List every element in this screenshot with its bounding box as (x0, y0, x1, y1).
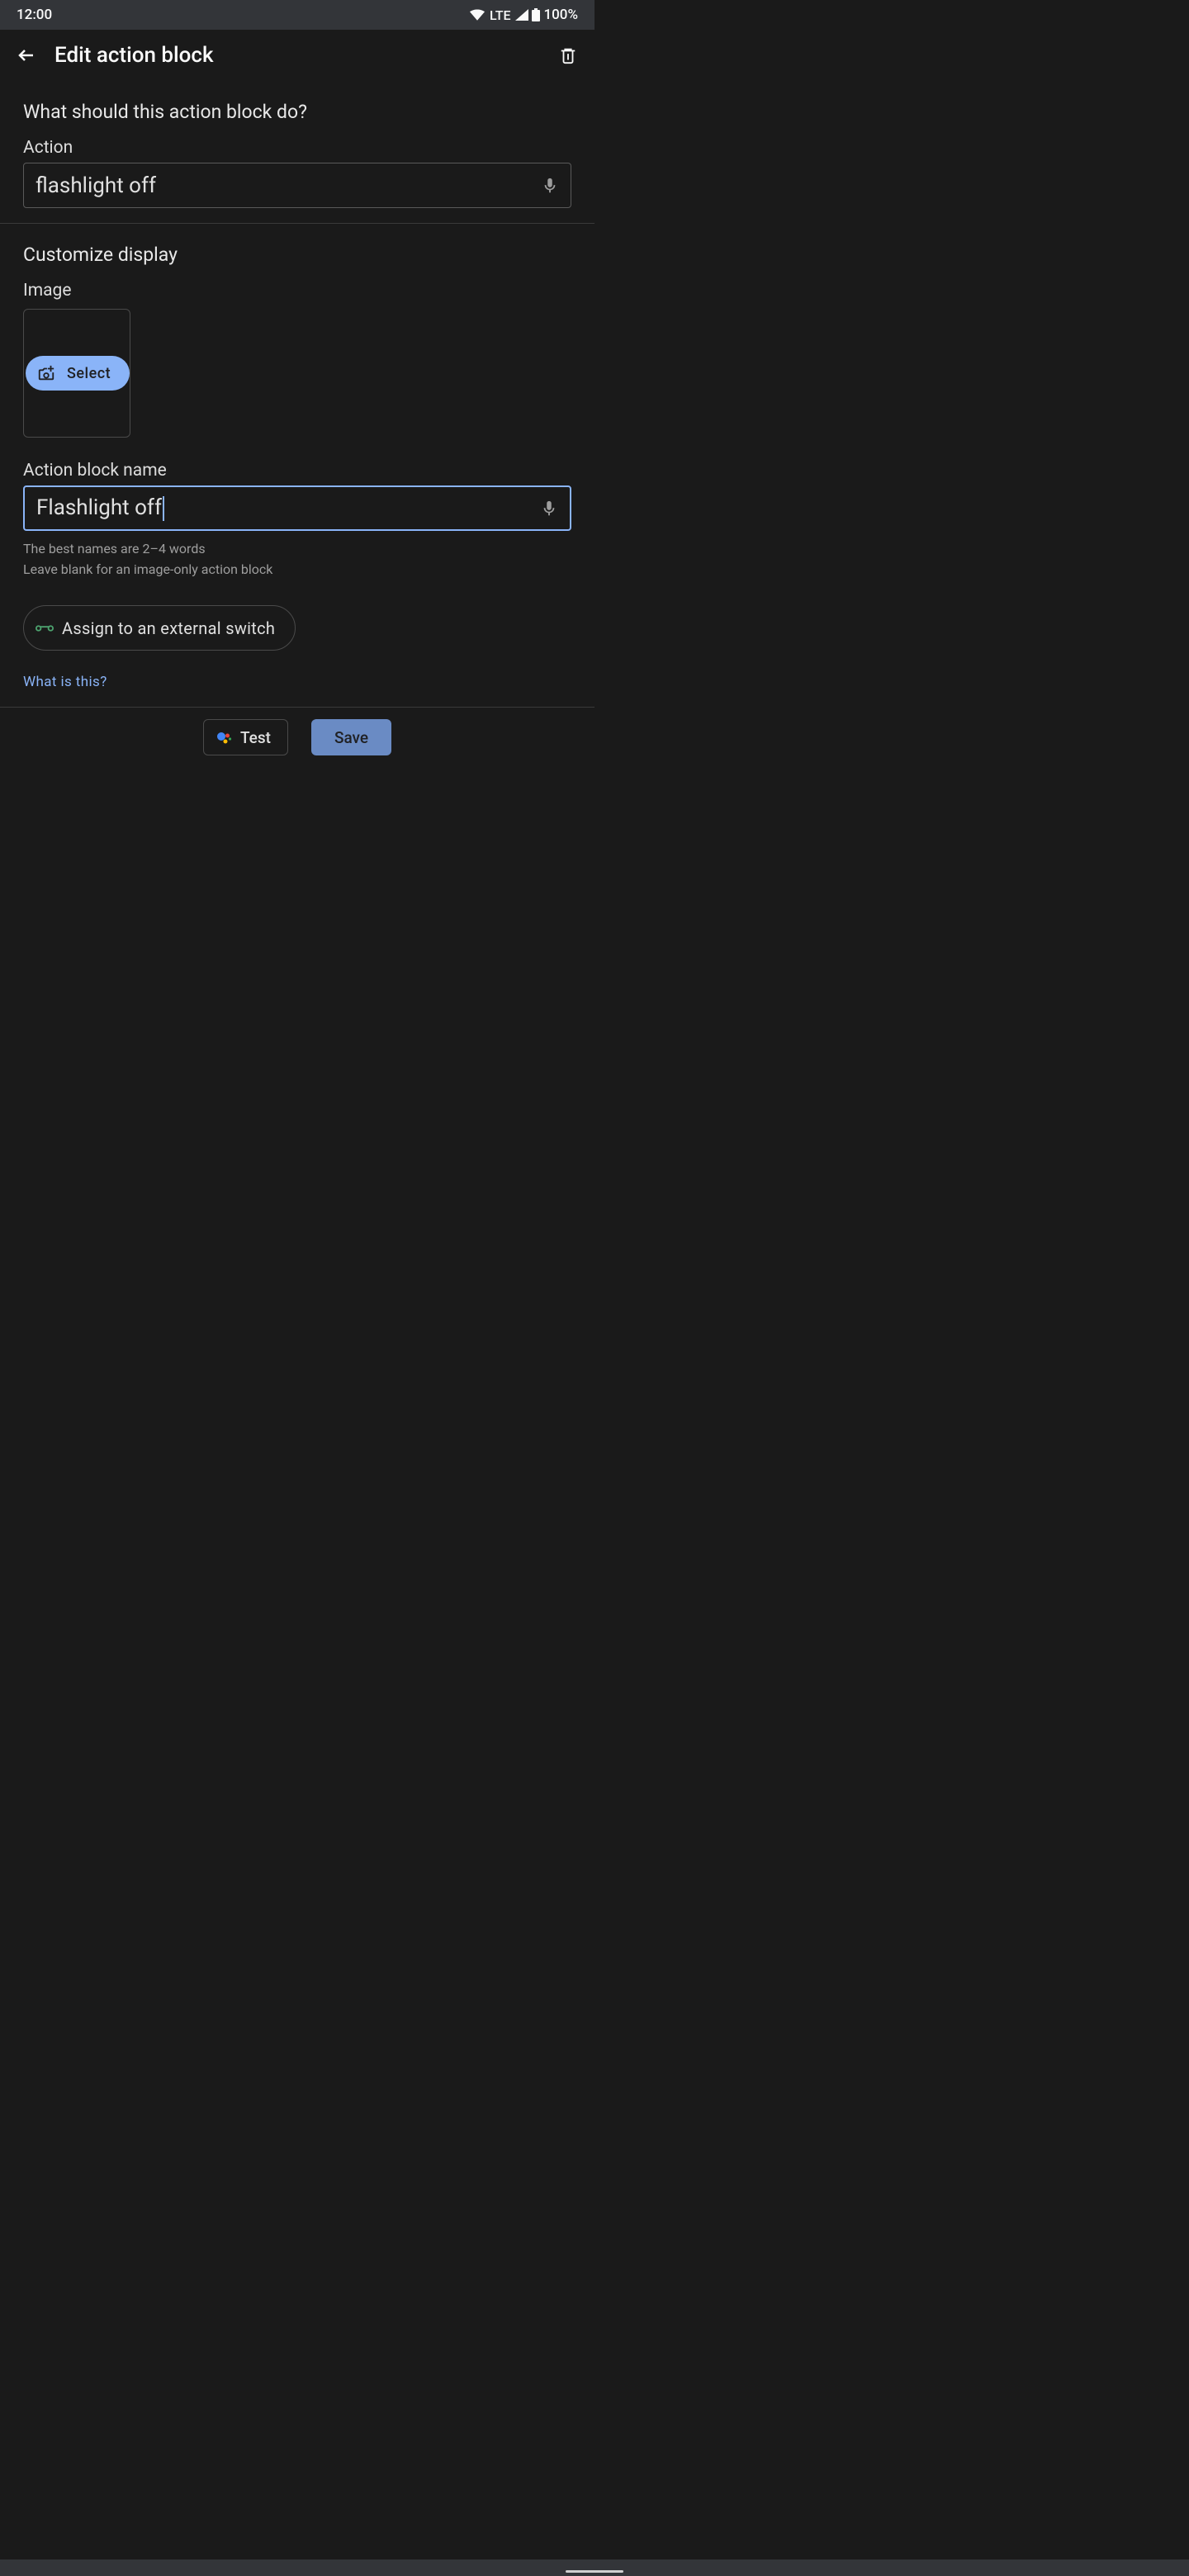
test-button[interactable]: Test (203, 719, 288, 755)
battery-icon (532, 8, 540, 21)
save-button[interactable]: Save (311, 719, 391, 755)
button-row: Test Save (23, 708, 571, 770)
section-customize-title: Customize display (23, 244, 571, 266)
wifi-icon (470, 9, 485, 21)
image-label: Image (23, 281, 571, 301)
delete-button[interactable] (557, 44, 580, 67)
arrow-left-icon (17, 45, 36, 65)
name-hint-1: The best names are 2–4 words (23, 541, 571, 556)
status-time: 12:00 (17, 7, 52, 23)
section-action-title: What should this action block do? (23, 101, 571, 123)
nav-handle[interactable] (566, 2570, 623, 2573)
divider (0, 223, 594, 224)
name-value: Flashlight off (36, 495, 162, 520)
what-is-this-link[interactable]: What is this? (23, 674, 571, 690)
trash-icon (559, 45, 577, 65)
signal-icon (515, 9, 528, 21)
save-label: Save (334, 728, 368, 747)
page-title: Edit action block (54, 43, 214, 68)
name-input[interactable]: Flashlight off (36, 495, 540, 521)
assign-label: Assign to an external switch (62, 618, 275, 638)
select-image-button[interactable]: Select (26, 356, 130, 391)
action-input-wrap[interactable]: flashlight off (23, 163, 571, 208)
battery-label: 100% (543, 7, 578, 23)
name-input-wrap[interactable]: Flashlight off (23, 485, 571, 531)
test-label: Test (240, 728, 271, 747)
text-cursor (163, 496, 164, 521)
status-bar: 12:00 LTE 100% (0, 0, 594, 30)
assign-switch-button[interactable]: Assign to an external switch (23, 605, 296, 651)
app-bar: Edit action block (0, 30, 594, 81)
assistant-icon (216, 728, 234, 746)
back-button[interactable] (15, 44, 38, 67)
mic-icon[interactable] (540, 500, 558, 518)
camera-plus-icon (37, 364, 55, 382)
mic-icon[interactable] (541, 177, 559, 195)
name-label: Action block name (23, 461, 571, 481)
nav-bar (0, 2559, 1189, 2576)
network-label: LTE (490, 7, 510, 23)
name-hint-2: Leave blank for an image-only action blo… (23, 561, 571, 577)
status-right: LTE 100% (470, 7, 578, 23)
action-label: Action (23, 138, 571, 158)
switch-icon (36, 619, 54, 637)
image-preview: Select (23, 309, 130, 438)
action-input[interactable]: flashlight off (36, 173, 541, 198)
select-label: Select (67, 365, 111, 382)
